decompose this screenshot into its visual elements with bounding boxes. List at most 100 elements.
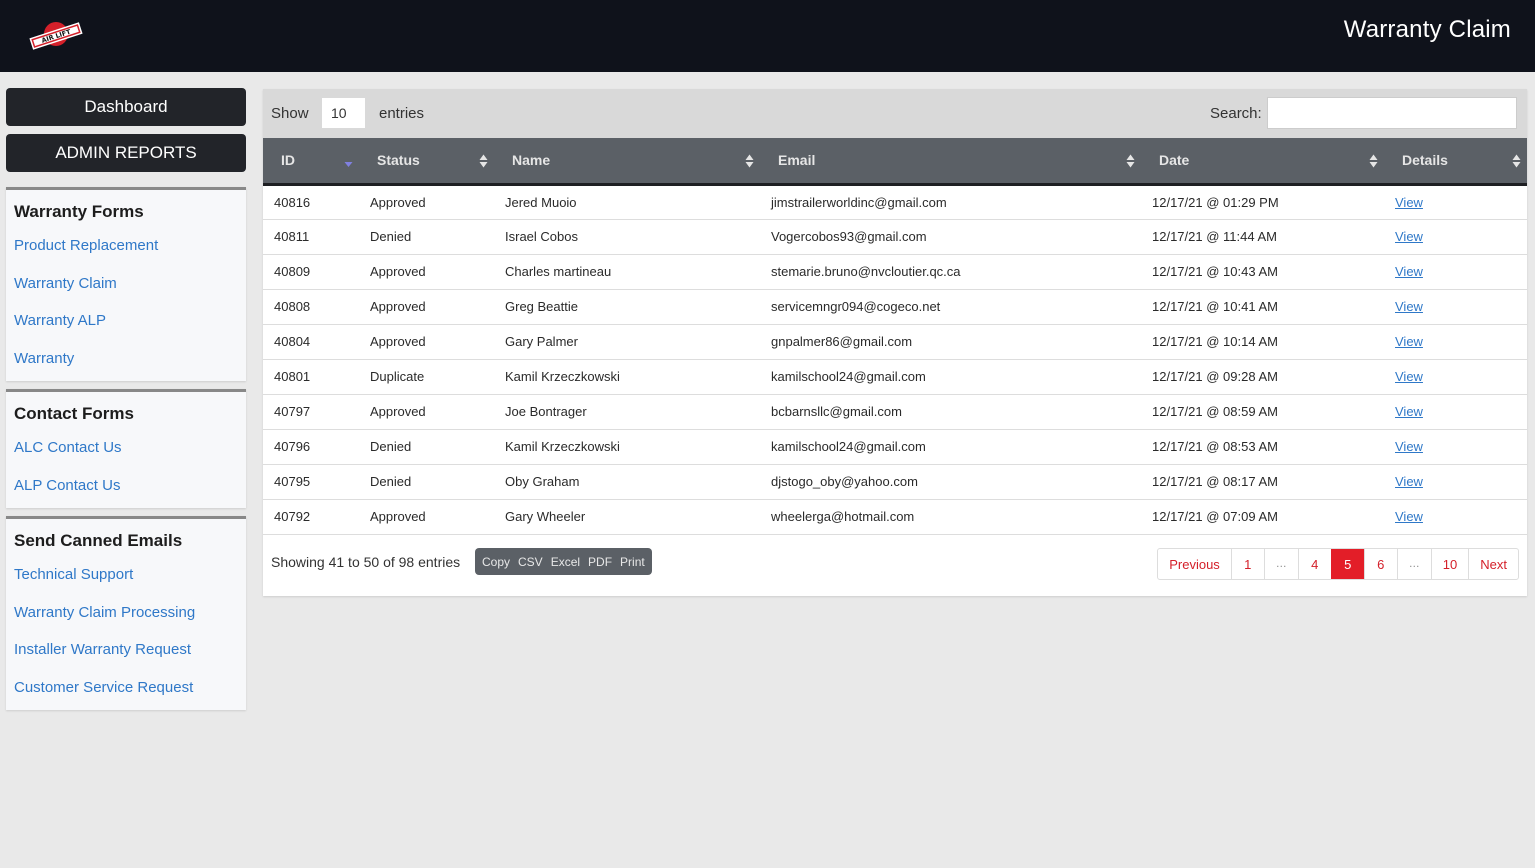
cell-email: bcbarnsllc@gmail.com xyxy=(760,394,1141,430)
cell-email: wheelerga@hotmail.com xyxy=(760,499,1141,535)
column-header-status[interactable]: Status xyxy=(359,138,494,186)
page-length-select[interactable] xyxy=(322,98,365,128)
cell-details: View xyxy=(1384,289,1527,325)
sidebar-link-alp-contact-us[interactable]: ALP Contact Us xyxy=(6,467,246,505)
air-lift-logo[interactable]: AIR LIFT xyxy=(28,18,84,54)
view-details-link[interactable]: View xyxy=(1395,474,1423,489)
cell-details: View xyxy=(1384,464,1527,500)
cell-id: 40804 xyxy=(263,324,359,360)
cell-name: Joe Bontrager xyxy=(494,394,760,430)
section-title: Send Canned Emails xyxy=(14,531,183,550)
sidebar-link-warranty-alp[interactable]: Warranty ALP xyxy=(6,302,246,340)
excel-button[interactable]: Excel xyxy=(547,555,584,569)
column-header-details[interactable]: Details xyxy=(1384,138,1527,186)
cell-date: 12/17/21 @ 08:17 AM xyxy=(1141,464,1384,500)
table-row: 40808 Approved Greg Beattie servicemngr094@… xyxy=(263,289,1527,325)
table-row: 40816 Approved Jered Muoio jimstrailerworld… xyxy=(263,184,1527,220)
cell-details: View xyxy=(1384,359,1527,395)
cell-email: kamilschool24@gmail.com xyxy=(760,359,1141,395)
previous-page-button[interactable]: Previous xyxy=(1158,549,1231,579)
table-toolbar: Show entries Search: xyxy=(263,89,1527,138)
cell-date: 12/17/21 @ 07:09 AM xyxy=(1141,499,1384,535)
cell-email: gnpalmer86@gmail.com xyxy=(760,324,1141,360)
cell-name: Charles martineau xyxy=(494,254,760,290)
cell-email: kamilschool24@gmail.com xyxy=(760,429,1141,465)
cell-status: Approved xyxy=(359,289,494,325)
view-details-link[interactable]: View xyxy=(1395,439,1423,454)
cell-name: Greg Beattie xyxy=(494,289,760,325)
top-header: AIR LIFT Warranty Claim xyxy=(0,0,1535,72)
cell-status: Approved xyxy=(359,254,494,290)
cell-name: Gary Palmer xyxy=(494,324,760,360)
view-details-link[interactable]: View xyxy=(1395,369,1423,384)
view-details-link[interactable]: View xyxy=(1395,264,1423,279)
sort-icon xyxy=(1126,154,1135,168)
cell-email: servicemngr094@cogeco.net xyxy=(760,289,1141,325)
cell-status: Approved xyxy=(359,184,494,220)
search-input[interactable] xyxy=(1267,97,1517,129)
cell-date: 12/17/21 @ 10:14 AM xyxy=(1141,324,1384,360)
view-details-link[interactable]: View xyxy=(1395,299,1423,314)
search-label: Search: xyxy=(1210,105,1262,122)
show-label: Show xyxy=(271,105,309,122)
table-row: 40811 Denied Israel Cobos Vogercobos93@gmai… xyxy=(263,219,1527,255)
cell-date: 12/17/21 @ 10:41 AM xyxy=(1141,289,1384,325)
table-row: 40801 Duplicate Kamil Krzeczkowski kamilsch… xyxy=(263,359,1527,395)
cell-details: View xyxy=(1384,394,1527,430)
sidebar-section-warranty-forms: Warranty Forms Product Replacement Warra… xyxy=(6,187,246,381)
cell-id: 40816 xyxy=(263,184,359,220)
sidebar-link-technical-support[interactable]: Technical Support xyxy=(6,556,246,594)
sidebar-link-customer-service-request[interactable]: Customer Service Request xyxy=(6,669,246,707)
view-details-link[interactable]: View xyxy=(1395,195,1423,210)
view-details-link[interactable]: View xyxy=(1395,334,1423,349)
copy-button[interactable]: Copy xyxy=(478,555,514,569)
next-page-button[interactable]: Next xyxy=(1468,549,1518,579)
sidebar-link-warranty-claim[interactable]: Warranty Claim xyxy=(6,265,246,303)
cell-id: 40792 xyxy=(263,499,359,535)
sidebar-link-product-replacement[interactable]: Product Replacement xyxy=(6,227,246,265)
page-ellipsis: … xyxy=(1263,549,1298,579)
sidebar-section-contact-forms: Contact Forms ALC Contact Us ALP Contact… xyxy=(6,389,246,508)
cell-email: jimstrailerworldinc@gmail.com xyxy=(760,184,1141,220)
page-ellipsis: … xyxy=(1396,549,1431,579)
print-button[interactable]: Print xyxy=(616,555,649,569)
column-header-id[interactable]: ID xyxy=(263,138,359,186)
sidebar-link-warranty-claim-processing[interactable]: Warranty Claim Processing xyxy=(6,594,246,632)
sidebar-link-warranty[interactable]: Warranty xyxy=(6,340,246,378)
page-button-10[interactable]: 10 xyxy=(1430,549,1468,579)
cell-id: 40795 xyxy=(263,464,359,500)
column-header-name[interactable]: Name xyxy=(494,138,760,186)
cell-status: Denied xyxy=(359,429,494,465)
column-header-date[interactable]: Date xyxy=(1141,138,1384,186)
page-button-1[interactable]: 1 xyxy=(1230,549,1264,579)
cell-date: 12/17/21 @ 11:44 AM xyxy=(1141,219,1384,255)
page-button-5-active[interactable]: 5 xyxy=(1330,549,1364,579)
export-buttons: Copy CSV Excel PDF Print xyxy=(475,548,652,575)
cell-name: Kamil Krzeczkowski xyxy=(494,429,760,465)
table-info: Showing 41 to 50 of 98 entries xyxy=(271,554,461,570)
sort-icon xyxy=(1512,154,1521,168)
page-button-4[interactable]: 4 xyxy=(1297,549,1331,579)
cell-name: Kamil Krzeczkowski xyxy=(494,359,760,395)
sidebar-link-installer-warranty-request[interactable]: Installer Warranty Request xyxy=(6,631,246,669)
sort-icon xyxy=(479,154,488,168)
csv-button[interactable]: CSV xyxy=(514,555,547,569)
cell-email: stemarie.bruno@nvcloutier.qc.ca xyxy=(760,254,1141,290)
cell-date: 12/17/21 @ 01:29 PM xyxy=(1141,184,1384,220)
view-details-link[interactable]: View xyxy=(1395,404,1423,419)
cell-id: 40809 xyxy=(263,254,359,290)
sidebar-section-canned-emails: Send Canned Emails Technical Support War… xyxy=(6,516,246,710)
admin-reports-button[interactable]: ADMIN REPORTS xyxy=(6,134,246,172)
dashboard-button[interactable]: Dashboard xyxy=(6,88,246,126)
sidebar-link-alc-contact-us[interactable]: ALC Contact Us xyxy=(6,429,246,467)
cell-name: Gary Wheeler xyxy=(494,499,760,535)
cell-id: 40808 xyxy=(263,289,359,325)
cell-details: View xyxy=(1384,254,1527,290)
view-details-link[interactable]: View xyxy=(1395,509,1423,524)
page-button-6[interactable]: 6 xyxy=(1363,549,1397,579)
column-header-email[interactable]: Email xyxy=(760,138,1141,186)
cell-details: View xyxy=(1384,324,1527,360)
page-title: Warranty Claim xyxy=(1343,16,1511,43)
view-details-link[interactable]: View xyxy=(1395,229,1423,244)
pdf-button[interactable]: PDF xyxy=(584,555,616,569)
